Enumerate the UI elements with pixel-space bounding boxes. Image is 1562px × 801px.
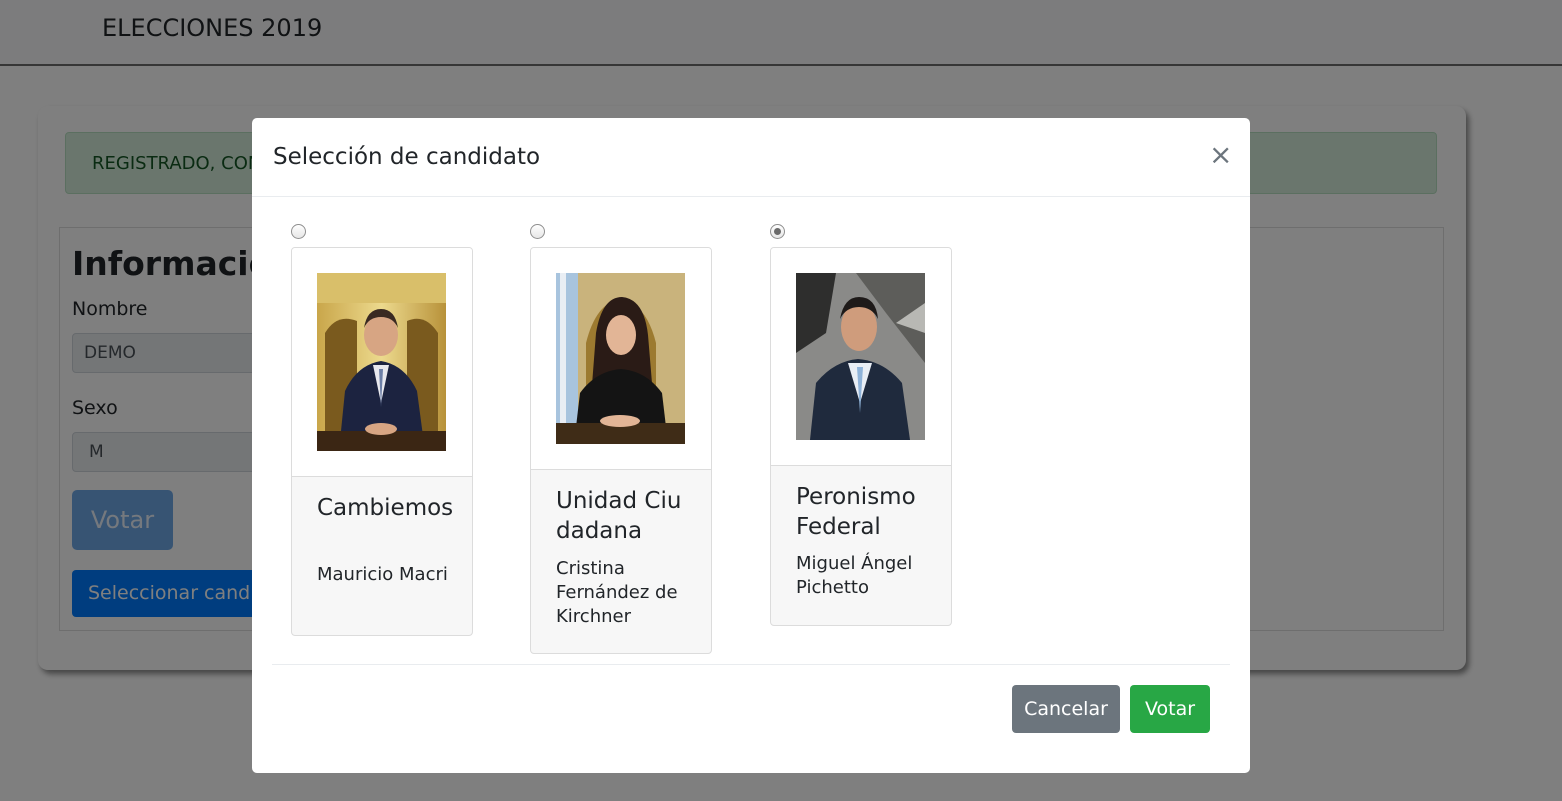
- close-icon[interactable]: ×: [1209, 140, 1232, 170]
- modal-footer-divider: [272, 664, 1230, 665]
- candidate-photo-macri: [317, 273, 446, 451]
- candidate-card-unidad-ciudadana[interactable]: Unidad Ciudadana Cristina Fernández de K…: [530, 247, 712, 654]
- cancel-button[interactable]: Cancelar: [1012, 685, 1120, 733]
- candidate-photo-area: [292, 248, 472, 477]
- modal-title: Selección de candidato: [273, 144, 541, 170]
- radio-unidad-ciudadana[interactable]: [530, 224, 545, 239]
- candidate-name: Mauricio Macri: [317, 564, 448, 585]
- radio-peronismo-federal[interactable]: [770, 224, 785, 239]
- candidate-photo-kirchner: [556, 273, 685, 444]
- candidate-card-cambiemos[interactable]: Cambiemos Mauricio Macri: [291, 247, 473, 636]
- candidate-party: Unidad Ciudadana: [556, 488, 682, 544]
- vote-button[interactable]: Votar: [1130, 685, 1210, 733]
- candidate-photo-area: [531, 248, 711, 470]
- candidate-photo-pichetto: [796, 273, 925, 440]
- candidate-card-peronismo-federal[interactable]: Peronismo Federal Miguel Ángel Pichetto: [770, 247, 952, 626]
- candidate-photo-area: [771, 248, 951, 466]
- candidate-party: Cambiemos: [317, 495, 454, 521]
- modal-header: Selección de candidato ×: [252, 118, 1250, 197]
- candidate-name: Cristina Fernández de Kirchner: [556, 558, 678, 627]
- candidate-modal: Selección de candidato × Cambiemos Mauri…: [252, 118, 1250, 773]
- candidate-party: Peronismo Federal: [796, 484, 916, 540]
- candidate-name: Miguel Ángel Pichetto: [796, 553, 913, 598]
- radio-cambiemos[interactable]: [291, 224, 306, 239]
